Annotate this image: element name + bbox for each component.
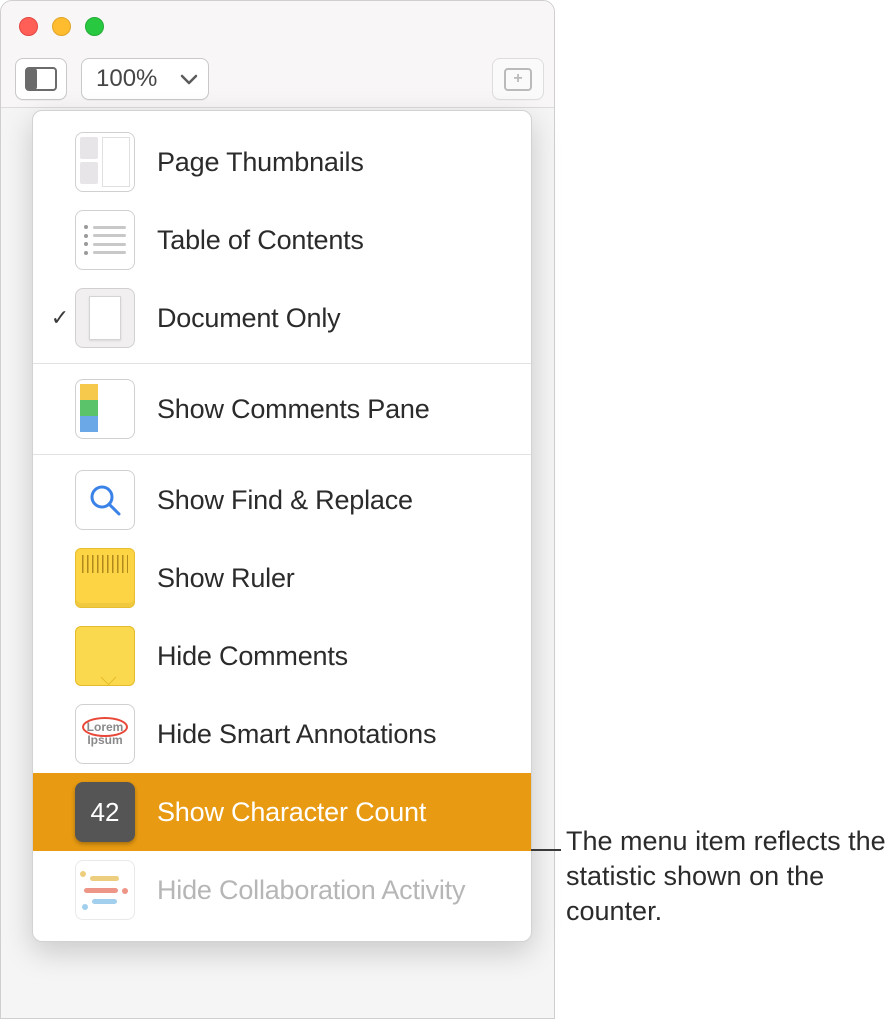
toolbar: 100% + — [1, 51, 554, 107]
menu-item-label: Hide Comments — [157, 641, 348, 672]
menu-item-label: Show Comments Pane — [157, 394, 430, 425]
callout-text: The menu item reflects the statistic sho… — [566, 824, 886, 929]
window-controls — [19, 17, 104, 36]
table-of-contents-icon — [75, 210, 135, 270]
menu-item-table-of-contents[interactable]: Table of Contents — [33, 201, 531, 279]
document-only-icon — [75, 288, 135, 348]
menu-item-label: Document Only — [157, 303, 340, 334]
chevron-down-icon — [180, 72, 198, 86]
page-thumbnails-icon — [75, 132, 135, 192]
menu-item-hide-comments[interactable]: Hide Comments — [33, 617, 531, 695]
menu-item-show-find-replace[interactable]: Show Find & Replace — [33, 461, 531, 539]
titlebar — [1, 1, 554, 51]
zoom-value: 100% — [96, 65, 157, 93]
checkmark-icon: ✓ — [47, 305, 73, 331]
sidebar-icon — [25, 67, 57, 91]
menu-item-hide-smart-annotations[interactable]: Lorem Ipsum Hide Smart Annotations — [33, 695, 531, 773]
close-button[interactable] — [19, 17, 38, 36]
menu-item-show-comments-pane[interactable]: Show Comments Pane — [33, 370, 531, 448]
character-count-icon: 42 — [75, 782, 135, 842]
menu-separator — [33, 363, 531, 364]
menu-item-label: Hide Smart Annotations — [157, 719, 436, 750]
menu-item-document-only[interactable]: ✓ Document Only — [33, 279, 531, 357]
menu-item-show-character-count[interactable]: 42 Show Character Count — [33, 773, 531, 851]
count-value: 42 — [91, 797, 120, 828]
collaboration-activity-icon — [75, 860, 135, 920]
menu-separator — [33, 454, 531, 455]
add-page-icon: + — [504, 68, 532, 91]
menu-item-label: Page Thumbnails — [157, 147, 364, 178]
menu-item-page-thumbnails[interactable]: Page Thumbnails — [33, 123, 531, 201]
sticky-note-icon — [75, 626, 135, 686]
smart-annotations-icon: Lorem Ipsum — [75, 704, 135, 764]
menu-item-show-ruler[interactable]: Show Ruler — [33, 539, 531, 617]
menu-item-label: Show Find & Replace — [157, 485, 413, 516]
callout-leader-line — [531, 849, 561, 851]
add-page-button[interactable]: + — [492, 58, 544, 100]
zoom-dropdown[interactable]: 100% — [81, 58, 209, 100]
ruler-icon — [75, 548, 135, 608]
menu-item-label: Table of Contents — [157, 225, 364, 256]
minimize-button[interactable] — [52, 17, 71, 36]
menu-item-label: Hide Collaboration Activity — [157, 875, 465, 906]
view-menu-popup: Page Thumbnails Table of Contents ✓ Docu… — [32, 110, 532, 942]
search-icon — [75, 470, 135, 530]
maximize-button[interactable] — [85, 17, 104, 36]
menu-item-hide-collaboration-activity: Hide Collaboration Activity — [33, 851, 531, 929]
menu-item-label: Show Character Count — [157, 797, 426, 828]
menu-item-label: Show Ruler — [157, 563, 295, 594]
view-menu-button[interactable] — [15, 58, 67, 100]
comments-pane-icon — [75, 379, 135, 439]
